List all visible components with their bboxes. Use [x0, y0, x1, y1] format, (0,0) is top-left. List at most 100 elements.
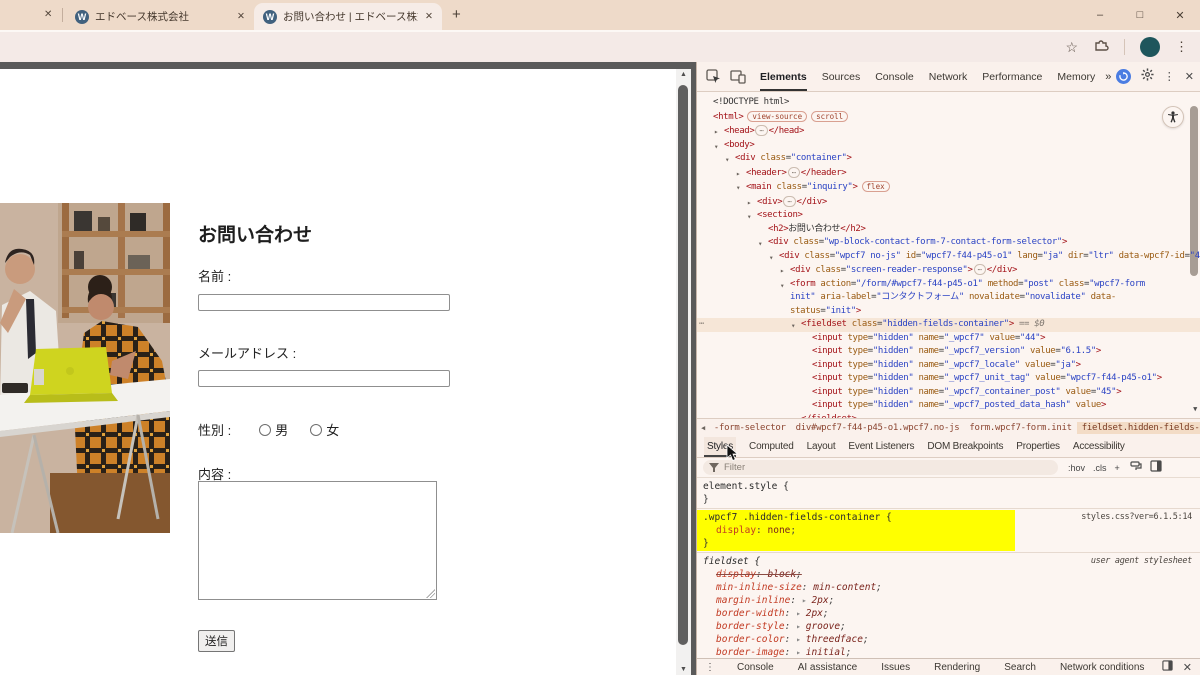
css-property[interactable]: display: none; [703, 524, 1194, 537]
dom-tree-row[interactable]: ▸ <header> ⋯ </header> [697, 166, 1200, 181]
dom-tree-row[interactable]: <input type="hidden" name="_wpcf7_contai… [697, 386, 1200, 400]
drawer-tab-rendering[interactable]: Rendering [922, 662, 992, 673]
close-tab-icon[interactable]: ✕ [237, 11, 245, 22]
scroll-up-icon[interactable]: ▲ [676, 71, 691, 78]
dom-tree-row[interactable]: <input type="hidden" name="_wpcf7_locale… [697, 359, 1200, 373]
css-property[interactable]: border-image: ▸ initial; [703, 646, 1194, 658]
profile-avatar[interactable] [1140, 37, 1160, 57]
dom-tree-row[interactable]: <input type="hidden" name="_wpcf7_unit_t… [697, 372, 1200, 386]
twisty-icon[interactable]: ▾ [758, 237, 763, 251]
expand-icon[interactable]: ▸ [796, 609, 806, 618]
close-tab-icon[interactable]: ✕ [425, 11, 433, 22]
twisty-icon[interactable]: ▸ [780, 264, 785, 278]
style-toolbar-button[interactable]: :hov [1068, 463, 1085, 473]
styles-tab-properties[interactable]: Properties [1016, 437, 1060, 457]
dom-tree-row[interactable]: <html> view-source scroll [697, 110, 1200, 125]
drawer-tab-network-conditions[interactable]: Network conditions [1048, 662, 1156, 673]
dom-tree-row[interactable]: ▾ <main class="inquiry"> flex [697, 180, 1200, 195]
scroll-down-icon[interactable]: ▼ [676, 666, 691, 673]
twisty-icon[interactable]: ▸ [714, 125, 719, 139]
dom-tree-row[interactable]: ▾ <div class="wp-block-contact-form-7-con… [697, 236, 1200, 250]
twisty-icon[interactable]: ▾ [736, 181, 741, 195]
css-property[interactable]: border-width: ▸ 2px; [703, 607, 1194, 620]
rule-selector[interactable]: fieldset { [703, 556, 760, 567]
css-property[interactable]: margin-inline: ▸ 2px; [703, 594, 1194, 607]
content-textarea[interactable] [198, 481, 437, 600]
breadcrumb-item[interactable]: div#wpcf7-f44-p45-o1.wpcf7.no-js [791, 422, 965, 434]
style-toolbar-button[interactable]: + [1115, 463, 1120, 473]
browser-menu-icon[interactable]: ⋮ [1175, 39, 1188, 55]
more-actions-icon[interactable]: ⋯ [699, 318, 704, 332]
dom-tree-row[interactable]: ▾ <body> [697, 139, 1200, 153]
minimize-button[interactable]: – [1080, 9, 1120, 21]
expand-icon[interactable]: ▸ [802, 596, 812, 605]
bookmark-star-icon[interactable]: ☆ [1065, 39, 1078, 56]
breadcrumb-back-icon[interactable]: ◀ [697, 424, 709, 432]
dom-tree-row[interactable]: <input type="hidden" name="_wpcf7_versio… [697, 345, 1200, 359]
reload-extension-icon[interactable] [1115, 69, 1131, 84]
dock-side-icon[interactable] [1150, 459, 1162, 477]
dom-tree-row[interactable]: ▾ <section> [697, 209, 1200, 223]
dom-tree-row[interactable]: ▸ <div> ⋯ </div> [697, 195, 1200, 210]
stylesheet-link[interactable]: user agent stylesheet [1091, 555, 1192, 568]
drawer-tab-ai-assistance[interactable]: AI assistance [786, 662, 869, 673]
close-window-button[interactable]: ✕ [1160, 9, 1200, 22]
dom-tree-row[interactable]: ▾ <div class="container"> [697, 152, 1200, 166]
dom-tree-row[interactable]: <input type="hidden" name="_wpcf7_posted… [697, 399, 1200, 413]
email-input[interactable] [198, 370, 450, 387]
css-property[interactable]: border-style: ▸ groove; [703, 620, 1194, 633]
dom-tree-row[interactable]: ▸ <head> ⋯ </head> [697, 124, 1200, 139]
twisty-icon[interactable]: ▾ [780, 279, 785, 293]
devtools-tab-performance[interactable]: Performance [982, 62, 1042, 91]
devtools-menu-icon[interactable]: ⋮ [1164, 70, 1175, 83]
rendering-emulation-icon[interactable] [1130, 459, 1142, 477]
drawer-tab-issues[interactable]: Issues [869, 662, 922, 673]
close-tab-icon[interactable]: ✕ [44, 9, 52, 20]
twisty-icon[interactable]: ▾ [725, 153, 730, 167]
twisty-icon[interactable]: ▾ [769, 251, 774, 265]
inspect-element-icon[interactable] [706, 69, 721, 84]
drawer-close-icon[interactable]: ✕ [1183, 661, 1192, 674]
devtools-tab-network[interactable]: Network [929, 62, 968, 91]
extensions-icon[interactable] [1093, 37, 1109, 58]
twisty-icon[interactable]: ▾ [747, 210, 752, 224]
browser-tab[interactable]: W お問い合わせ | エドベース株式会社 ✕ [254, 3, 442, 30]
breadcrumb-item[interactable]: fieldset.hidden-fields-container [1076, 422, 1200, 434]
page-scrollbar[interactable]: ▲ ▼ [676, 69, 691, 675]
rule-selector[interactable]: .wpcf7 .hidden-fields-container { [703, 512, 892, 523]
devtools-tab-console[interactable]: Console [875, 62, 914, 91]
style-toolbar-button[interactable]: .cls [1093, 463, 1107, 473]
twisty-icon[interactable]: ▸ [736, 167, 741, 181]
scrollbar-thumb[interactable] [678, 85, 688, 645]
dom-tree-row[interactable]: <!DOCTYPE html> [697, 96, 1200, 110]
devtools-tab-elements[interactable]: Elements [760, 62, 807, 91]
maximize-button[interactable]: □ [1120, 9, 1160, 21]
drawer-tab-search[interactable]: Search [992, 662, 1048, 673]
drawer-menu-icon[interactable]: ⋮ [705, 662, 715, 673]
styles-tab-accessibility[interactable]: Accessibility [1073, 437, 1125, 457]
styles-tab-layout[interactable]: Layout [807, 437, 836, 457]
devtools-tab-sources[interactable]: Sources [822, 62, 861, 91]
breadcrumb-item[interactable]: form.wpcf7-form.init [964, 422, 1076, 434]
stylesheet-link[interactable]: styles.css?ver=6.1.5:14 [1081, 511, 1192, 524]
twisty-icon[interactable]: ▸ [747, 196, 752, 210]
devtools-close-icon[interactable]: ✕ [1185, 70, 1194, 83]
more-panels-icon[interactable]: » [1105, 71, 1111, 83]
filter-input[interactable]: Filter [703, 460, 1058, 475]
css-property[interactable]: min-inline-size: min-content; [703, 581, 1194, 594]
styles-tab-computed[interactable]: Computed [749, 437, 794, 457]
name-input[interactable] [198, 294, 450, 311]
twisty-icon[interactable]: ▾ [714, 140, 719, 154]
styles-tab-event-listeners[interactable]: Event Listeners [848, 437, 914, 457]
expand-icon[interactable]: ▸ [796, 635, 806, 644]
twisty-icon[interactable]: ▾ [791, 319, 796, 333]
settings-gear-icon[interactable] [1141, 67, 1154, 86]
radio-female[interactable] [310, 423, 323, 436]
drawer-dock-icon[interactable] [1162, 658, 1173, 675]
css-property[interactable]: display: block; [703, 568, 1194, 581]
submit-button[interactable]: 送信 [198, 630, 235, 652]
radio-male[interactable] [259, 423, 272, 436]
css-property[interactable]: border-color: ▸ threedface; [703, 633, 1194, 646]
expand-icon[interactable]: ▸ [796, 648, 806, 657]
drawer-tab-console[interactable]: Console [725, 662, 786, 673]
